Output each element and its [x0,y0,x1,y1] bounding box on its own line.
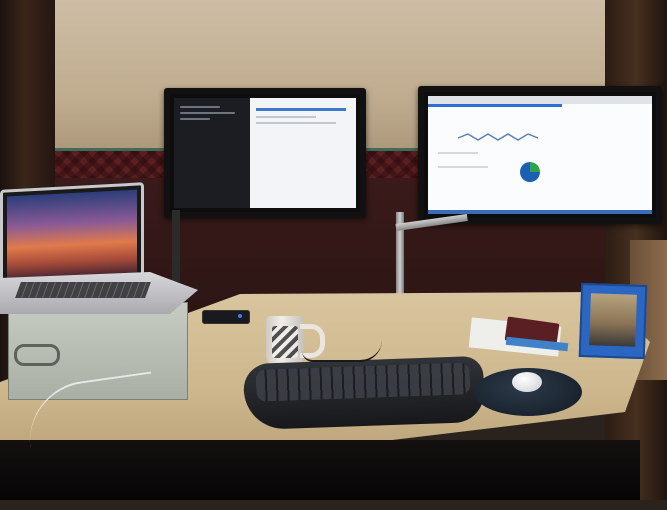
terminal-line [180,112,235,114]
cable [302,340,382,362]
terminal-window [174,98,250,208]
monitor-stand-left [172,210,180,282]
laptop-keyboard [15,282,151,298]
laptop-wallpaper [7,189,137,283]
browser-accent-bar [428,104,563,107]
monitor-right-screen [428,96,652,214]
dashboard-line [438,152,478,154]
dashboard-line [438,166,488,168]
desk-scene [0,0,667,510]
line-chart-icon [458,133,538,141]
document-header-bar [256,108,346,111]
mouse [512,372,542,392]
monitor-right [418,86,662,224]
pie-chart-icon [520,162,540,182]
document-line [256,122,336,124]
document-line [256,116,316,118]
usb-hub-led [238,314,242,318]
browser-toolbar [428,96,652,104]
terminal-line [180,106,220,108]
terminal-line [180,118,210,120]
metal-box-handle [14,344,60,366]
usb-hub [202,310,250,324]
monitor-left [164,88,366,218]
browser-footer [428,210,652,214]
photo [589,293,637,347]
monitor-left-screen [174,98,356,208]
photo-frame [578,282,648,360]
coffee-mug-print [272,326,298,358]
